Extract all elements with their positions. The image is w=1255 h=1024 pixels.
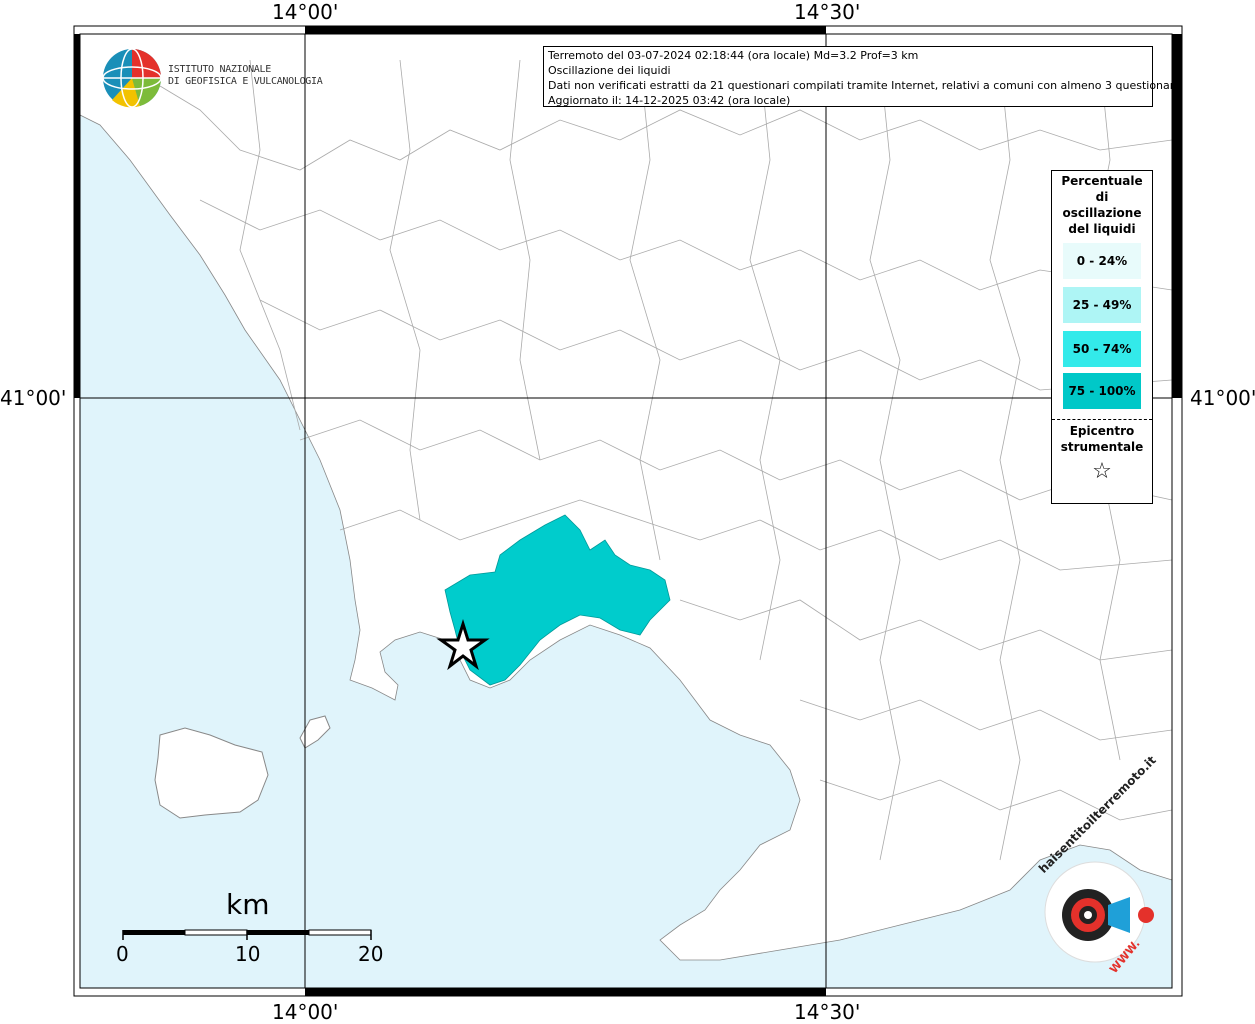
legend-epicenter-label: Epicentro strumentale [1060, 424, 1144, 454]
lat-label-left: 41°00' [0, 386, 67, 410]
legend: Percentuale di oscillazione del liquidi … [1051, 170, 1153, 504]
ingv-line-1: ISTITUTO NAZIONALE [168, 64, 271, 75]
lat-label-right: 41°00' [1190, 386, 1255, 410]
lon-label-top-left: 14°00' [272, 0, 339, 24]
scale-unit: km [226, 888, 270, 921]
legend-item-75-100: 75 - 100% [1063, 373, 1141, 409]
lon-label-top-right: 14°30' [794, 0, 861, 24]
ingv-line-2: DI GEOFISICA E VULCANOLOGIA [168, 76, 323, 87]
scale-tick-20: 20 [358, 942, 384, 966]
scale-tick-0: 0 [116, 942, 129, 966]
scale-tick-10: 10 [235, 942, 261, 966]
map-canvas [73, 25, 1183, 997]
legend-item-0-24: 0 - 24% [1063, 243, 1141, 279]
event-title: Terremoto del 03-07-2024 02:18:44 (ora l… [548, 49, 919, 62]
event-data-note: Dati non verificati estratti da 21 quest… [548, 79, 1181, 92]
legend-star-icon: ☆ [1092, 459, 1112, 484]
legend-separator [1052, 419, 1152, 420]
event-info-box: Terremoto del 03-07-2024 02:18:44 (ora l… [543, 46, 1181, 107]
event-updated: Aggiornato il: 14-12-2025 03:42 (ora loc… [548, 94, 791, 107]
legend-title: Percentuale di oscillazione del liquidi [1061, 174, 1143, 236]
event-parameter: Oscillazione dei liquidi [548, 64, 671, 77]
lon-label-bottom-right: 14°30' [794, 1000, 861, 1024]
ingv-logo-text: ISTITUTO NAZIONALE DI GEOFISICA E VULCAN… [168, 64, 323, 88]
lon-label-bottom-left: 14°00' [272, 1000, 339, 1024]
legend-item-50-74: 50 - 74% [1063, 331, 1141, 367]
ingv-logo-icon [102, 48, 162, 108]
legend-item-25-49: 25 - 49% [1063, 287, 1141, 323]
